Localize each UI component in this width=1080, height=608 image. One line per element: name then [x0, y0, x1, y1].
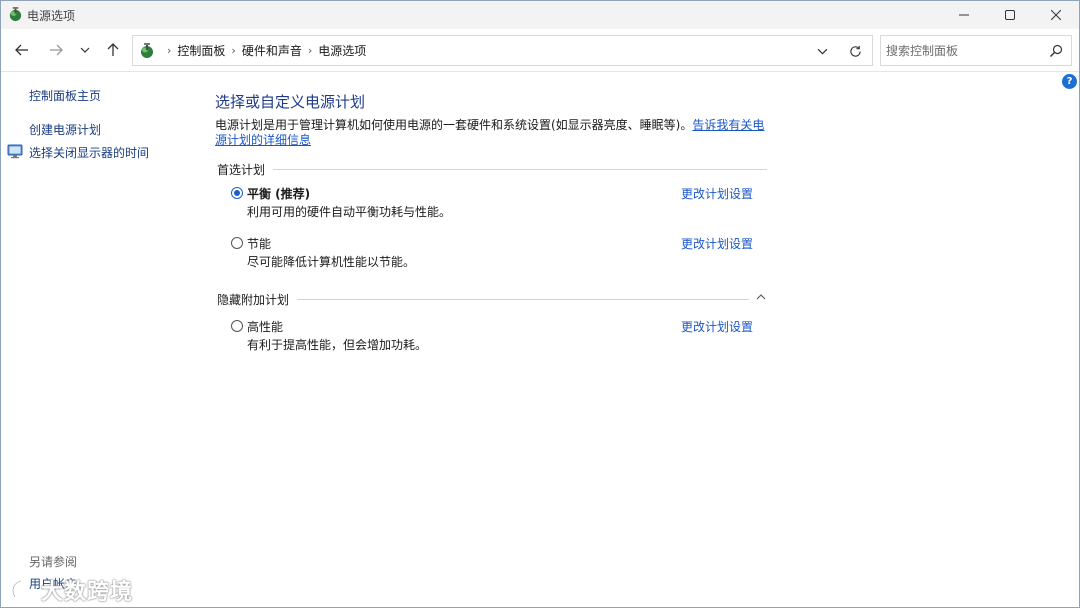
left-navigation-pane: 控制面板主页 创建电源计划 选择关闭显示器的时间 另请参阅 用户帐户: [1, 73, 201, 607]
chevron-down-icon: [80, 47, 90, 53]
description-text: 电源计划是用于管理计算机如何使用电源的一套硬件和系统设置(如显示器亮度、睡眠等)…: [215, 118, 693, 132]
plan-high-performance-radio[interactable]: [231, 320, 243, 332]
divider: [297, 299, 749, 300]
refresh-button[interactable]: [847, 43, 863, 59]
power-options-icon: [9, 7, 22, 22]
recent-locations-button[interactable]: [74, 39, 96, 61]
up-arrow-icon: [107, 43, 119, 56]
power-options-window: 电源选项 › 控制面板 › 硬件和声音 › 电源选项 搜索控制面板 ? 控制面板…: [0, 0, 1080, 608]
chevron-up-icon: [756, 294, 766, 300]
plan-description: 利用可用的硬件自动平衡功耗与性能。: [247, 205, 452, 219]
collapse-hidden-plans-button[interactable]: [755, 291, 767, 303]
maximize-button[interactable]: [987, 1, 1033, 29]
see-also-heading: 另请参阅: [29, 555, 78, 569]
change-plan-settings-link[interactable]: 更改计划设置: [681, 235, 753, 252]
forward-arrow-icon: [50, 44, 63, 56]
preferred-plans-label: 首选计划: [217, 163, 266, 177]
watermark-text: 大数跨境: [41, 580, 134, 605]
plan-description: 尽可能降低计算机性能以节能。: [247, 255, 416, 269]
forward-button[interactable]: [45, 39, 67, 61]
chevron-down-icon: [817, 48, 827, 55]
plan-name[interactable]: 节能: [247, 235, 271, 252]
plan-name[interactable]: 高性能: [247, 318, 283, 335]
plan-power-saver-radio[interactable]: [231, 237, 243, 249]
close-button[interactable]: [1033, 1, 1079, 29]
help-icon[interactable]: ?: [1062, 74, 1077, 89]
change-plan-settings-link[interactable]: 更改计划设置: [681, 185, 753, 202]
title-bar: 电源选项: [1, 1, 1079, 29]
breadcrumb: › 控制面板 › 硬件和声音 › 电源选项: [161, 36, 366, 65]
plan-balanced-radio[interactable]: [231, 187, 243, 199]
breadcrumb-separator-icon: ›: [307, 44, 313, 57]
hidden-plans-header[interactable]: 隐藏附加计划: [217, 291, 767, 308]
breadcrumb-separator-icon: ›: [231, 44, 236, 57]
breadcrumb-control-panel[interactable]: 控制面板: [177, 42, 225, 59]
change-plan-settings-link[interactable]: 更改计划设置: [681, 318, 753, 335]
hidden-plans-label: 隐藏附加计划: [217, 293, 290, 307]
control-panel-home-link[interactable]: 控制面板主页: [29, 87, 101, 104]
power-options-icon: [141, 43, 153, 58]
plan-name[interactable]: 平衡 (推荐): [247, 185, 310, 202]
search-input[interactable]: [886, 41, 1041, 60]
address-bar[interactable]: › 控制面板 › 硬件和声音 › 电源选项: [132, 35, 873, 66]
page-description: 电源计划是用于管理计算机如何使用电源的一套硬件和系统设置(如显示器亮度、睡眠等)…: [215, 118, 767, 148]
window-title: 电源选项: [27, 9, 76, 23]
back-arrow-icon: [15, 44, 28, 56]
breadcrumb-power-options[interactable]: 电源选项: [318, 42, 366, 59]
plan-description: 有利于提高性能，但会增加功耗。: [247, 338, 428, 352]
navigation-bar: › 控制面板 › 硬件和声音 › 电源选项: [1, 29, 1079, 72]
monitor-icon: [7, 144, 23, 159]
maximize-icon: [1005, 10, 1015, 20]
create-power-plan-link[interactable]: 创建电源计划: [29, 121, 101, 138]
address-dropdown-button[interactable]: [814, 43, 830, 59]
minimize-icon: [959, 14, 969, 16]
page-title: 选择或自定义电源计划: [215, 93, 366, 111]
search-icon[interactable]: [1049, 44, 1063, 58]
watermark-logo-icon: [11, 579, 27, 598]
minimize-button[interactable]: [941, 1, 987, 29]
breadcrumb-separator-icon: ›: [167, 44, 172, 57]
back-button[interactable]: [11, 39, 33, 61]
divider: [273, 169, 767, 170]
close-icon: [1051, 10, 1061, 20]
breadcrumb-hardware-sound[interactable]: 硬件和声音: [242, 42, 302, 59]
display-off-time-link[interactable]: 选择关闭显示器的时间: [29, 144, 149, 161]
search-box: [880, 35, 1072, 66]
up-button[interactable]: [102, 39, 124, 61]
watermark: 大数跨境: [9, 573, 133, 607]
preferred-plans-header: 首选计划: [217, 161, 767, 178]
refresh-icon: [849, 45, 861, 57]
